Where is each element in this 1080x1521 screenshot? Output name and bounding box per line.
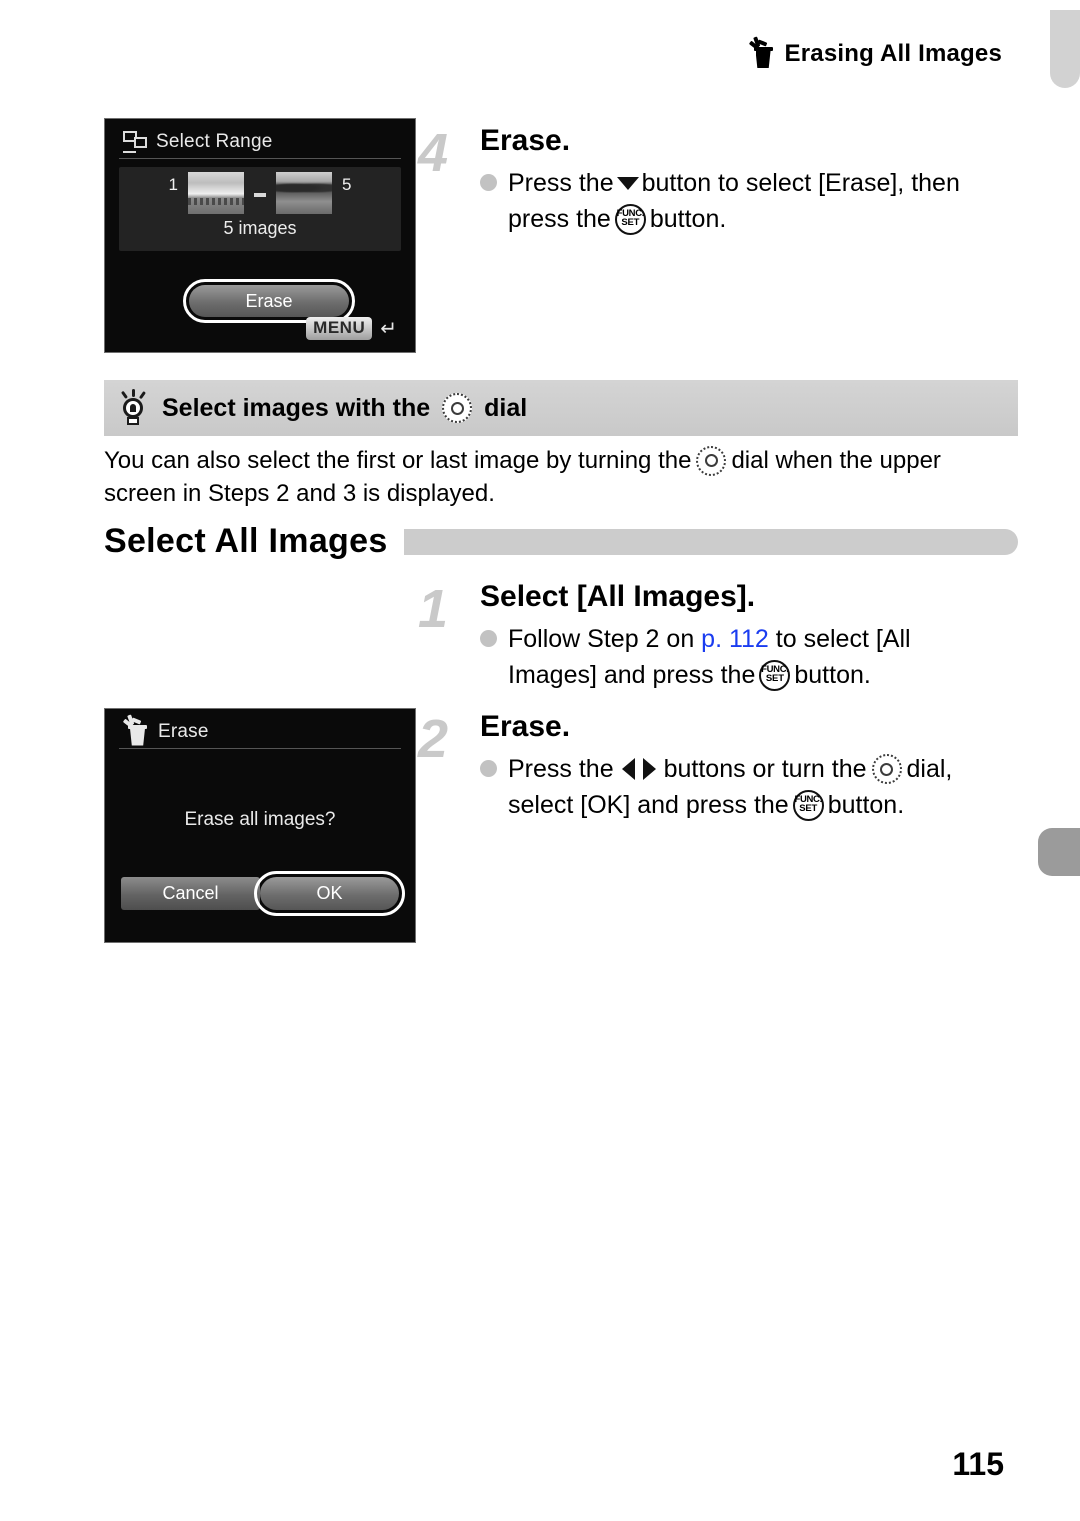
trash-erase-icon [748, 36, 775, 68]
step-2-title: Erase. [480, 710, 571, 743]
range-dash-icon [254, 193, 266, 197]
arrow-left-right-icon [619, 758, 659, 780]
erase-button-wrapper: Erase [183, 279, 355, 323]
menu-return-row: MENU ↵ [306, 317, 397, 340]
tip-title: Select images with the dial [162, 393, 527, 423]
range-thumbnail-panel: 1 5 5 images [119, 167, 401, 251]
lcd-divider [119, 748, 401, 749]
last-image-thumbnail[interactable] [276, 172, 332, 214]
selected-image-count: 5 images [223, 218, 297, 238]
step-2-number: 2 [418, 709, 449, 769]
menu-button-chip[interactable]: MENU [306, 317, 373, 340]
bullet-dot-icon [480, 174, 497, 191]
step-2-line2-before: select [OK] and press the [508, 791, 789, 819]
step-4-line2-before: press the [508, 205, 611, 233]
step-1: 1 Select [All Images]. Follow Step 2 on … [418, 580, 1024, 693]
tip-body-line1-after: dial when the upper [731, 447, 941, 474]
step-2-line1-after: dial, [906, 755, 953, 783]
step-2-line1-before: Press the [508, 755, 614, 783]
bullet-dot-icon [480, 760, 497, 777]
page-number: 115 [952, 1446, 1004, 1482]
dial-icon [696, 445, 727, 476]
step-4-body: Press the button to select [Erase], then… [480, 165, 1024, 237]
dialog-message: Erase all images? [184, 809, 336, 830]
step-4-line2-after: button. [649, 205, 727, 233]
step-1-title: Select [All Images]. [480, 580, 756, 613]
tip-title-after: dial [484, 393, 528, 422]
first-image-index: 1 [168, 175, 178, 194]
erase-button[interactable]: Erase [183, 279, 355, 323]
lcd-title-bar: Select Range [105, 119, 415, 153]
step-2-line1-mid: buttons or turn the [663, 755, 867, 783]
step-1-line2-after: button. [794, 661, 871, 689]
func-set-icon: FUNC. SET [614, 203, 646, 235]
step-1-line1-before: Follow Step 2 on [508, 625, 695, 653]
step-2-body: Press the buttons or turn the dial, sele… [480, 751, 1024, 823]
tip-callout-header: Select images with the dial [104, 380, 1018, 436]
step-2-line2-after: button. [827, 791, 905, 819]
step-1-number: 1 [418, 579, 449, 639]
func-set-icon: FUNC. SET [792, 789, 824, 821]
lcd-title-bar: Erase [105, 709, 415, 746]
step-2: 2 Erase. Press the buttons or turn the d… [418, 710, 1024, 823]
arrow-down-icon [616, 176, 639, 190]
lcd-title-text: Erase [158, 720, 209, 742]
range-thumbnail-row: 1 5 [119, 167, 401, 214]
step-1-body: Follow Step 2 on p. 112 to select [All I… [480, 621, 1024, 693]
step-4-number: 4 [418, 123, 449, 183]
step-1-line1-after: to select [All [775, 625, 911, 653]
bullet-dot-icon [480, 630, 497, 647]
section-heading: Select All Images [104, 522, 1018, 561]
step-4-line1-before: Press the [508, 169, 614, 197]
page-reference-link[interactable]: p. 112 [701, 621, 769, 657]
dial-icon [442, 393, 473, 423]
section-heading-text: Select All Images [104, 522, 388, 560]
step-4-title: Erase. [480, 124, 571, 157]
tip-body-line1-before: You can also select the first or last im… [104, 447, 692, 474]
tip-title-before: Select images with the [162, 393, 431, 422]
trash-erase-icon [123, 713, 149, 746]
cancel-button[interactable]: Cancel [121, 877, 260, 910]
step-4-line1-after: button to select [Erase], then [641, 169, 960, 197]
ok-button[interactable]: OK [254, 871, 405, 916]
page-header-title: Erasing All Images [784, 40, 1002, 67]
select-range-icon [123, 130, 147, 153]
lcd-screenshot-select-range: Select Range 1 5 5 images Erase MENU ↵ [104, 118, 416, 353]
dialog-button-row: Cancel OK [121, 871, 405, 916]
lcd-screenshot-erase-all: Erase Erase all images? Cancel OK [104, 708, 416, 943]
last-image-index: 5 [342, 175, 352, 194]
first-image-thumbnail[interactable] [188, 172, 244, 214]
step-1-line2-before: Images] and press the [508, 661, 756, 689]
dial-icon [871, 754, 902, 784]
edge-tab-top [1050, 10, 1080, 88]
lightbulb-icon [118, 389, 148, 427]
lcd-divider [119, 158, 401, 159]
edge-tab-chapter [1038, 828, 1080, 876]
step-4: 4 Erase. Press the button to select [Era… [418, 124, 1024, 237]
func-set-icon: FUNC. SET [759, 659, 791, 691]
lcd-title-text: Select Range [156, 130, 273, 152]
page-header: Erasing All Images [748, 36, 1002, 68]
tip-body-line2: screen in Steps 2 and 3 is displayed. [104, 480, 495, 508]
tip-body: You can also select the first or last im… [104, 444, 1024, 510]
return-arrow-icon: ↵ [380, 317, 397, 340]
section-heading-bar [403, 528, 1018, 555]
